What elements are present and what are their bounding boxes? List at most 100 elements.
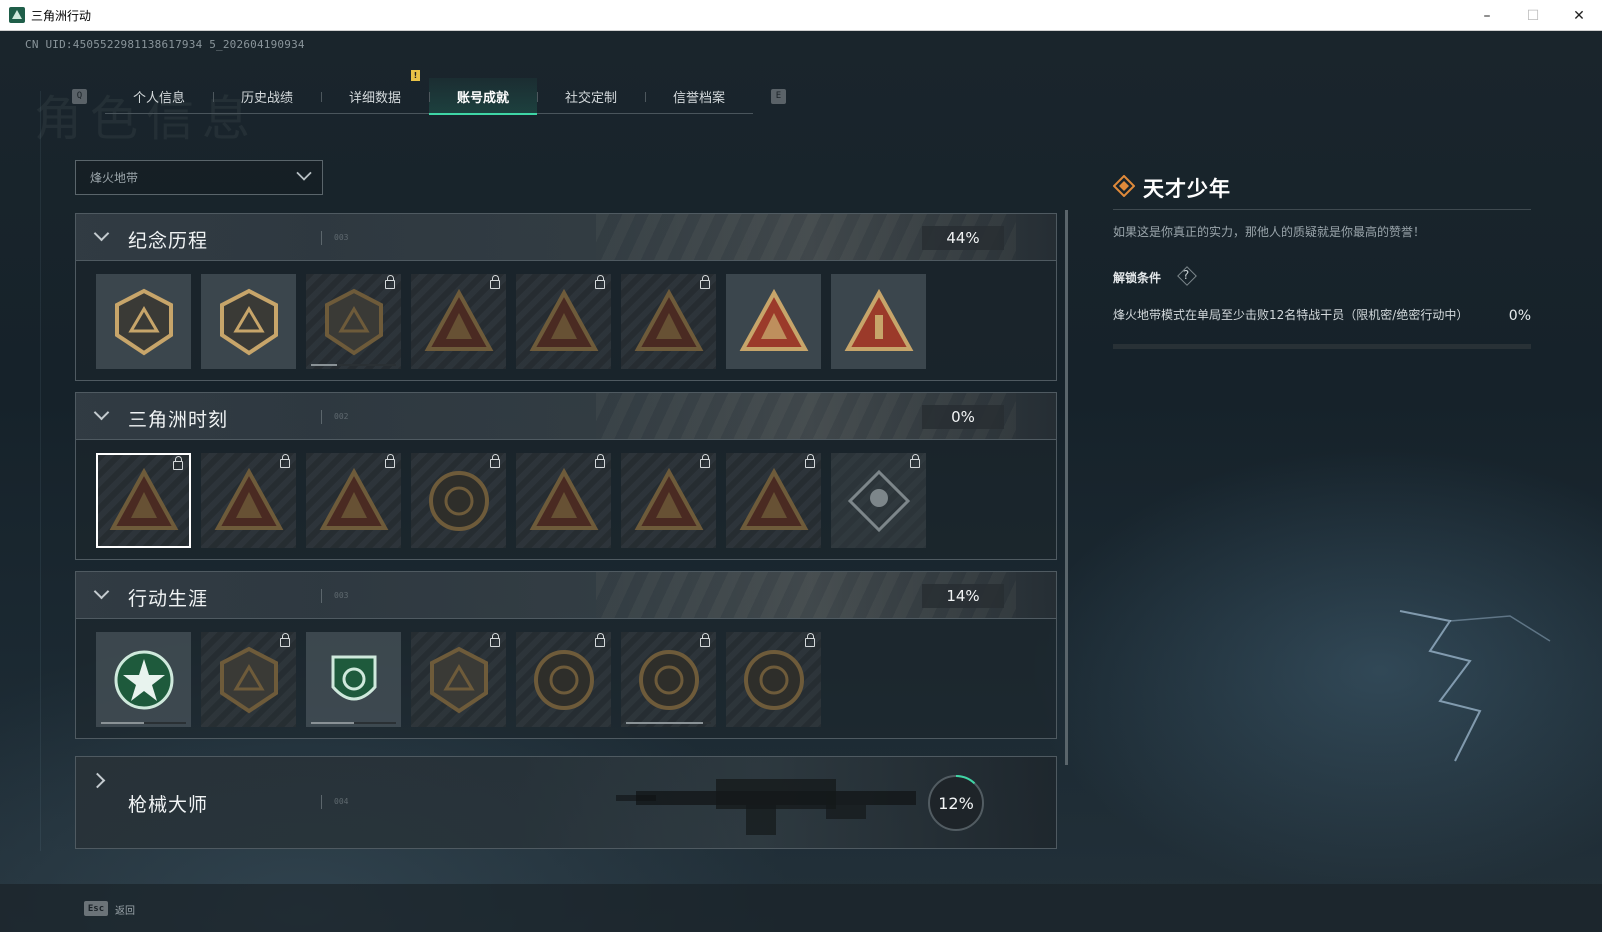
back-label[interactable]: 返回 xyxy=(115,902,135,917)
lock-icon xyxy=(805,454,815,468)
lock-icon xyxy=(700,454,710,468)
achievement-badge[interactable] xyxy=(831,274,926,369)
horned-beast-icon xyxy=(634,467,703,530)
tab-0[interactable]: 个人信息 xyxy=(105,78,213,114)
number-one-triangle-icon xyxy=(844,288,913,351)
achievement-badge[interactable] xyxy=(306,274,401,369)
operator-arms-icon xyxy=(424,288,493,351)
lock-icon xyxy=(280,633,290,647)
grid-line xyxy=(40,91,41,851)
app-logo-icon xyxy=(9,7,25,23)
lock-icon xyxy=(910,454,920,468)
achievement-badge[interactable] xyxy=(96,453,191,548)
group-separator xyxy=(321,231,322,245)
diamond-emblem-icon xyxy=(1113,175,1135,197)
chevron-right-icon xyxy=(89,772,106,789)
achievement-badge[interactable] xyxy=(516,632,611,727)
lock-icon xyxy=(280,454,290,468)
esc-key-hint[interactable]: Esc xyxy=(84,901,108,916)
lock-icon xyxy=(595,275,605,289)
help-icon[interactable]: ? xyxy=(1177,266,1195,284)
close-button[interactable]: ✕ xyxy=(1556,0,1602,31)
group-header[interactable]: 纪念历程 003 44% xyxy=(76,214,1056,261)
key-hint-q[interactable]: Q xyxy=(72,88,87,104)
uid-text: CN UID:4505522981138617934 5_20260419093… xyxy=(25,38,305,51)
group-code: 004 xyxy=(334,797,349,806)
group-separator xyxy=(321,795,322,809)
window-title: 三角洲行动 xyxy=(31,8,92,23)
chevron-down-icon xyxy=(93,404,110,421)
d20-shield-icon xyxy=(429,646,488,713)
group-weapon-master[interactable]: 枪械大师 004 12% xyxy=(75,756,1057,849)
group-percent: 14% xyxy=(922,584,1004,608)
lock-icon xyxy=(385,275,395,289)
badge-row xyxy=(76,619,1056,738)
minimize-button[interactable]: – xyxy=(1464,0,1510,31)
achievement-badge[interactable] xyxy=(516,274,611,369)
tab-2[interactable]: 详细数据 xyxy=(321,78,429,114)
achievement-badge[interactable] xyxy=(621,274,716,369)
tab-1[interactable]: 历史战绩 xyxy=(213,78,321,114)
lock-icon xyxy=(490,633,500,647)
achievement-badge[interactable] xyxy=(621,453,716,548)
unlock-condition-percent: 0% xyxy=(1508,308,1531,324)
achievement-badge[interactable] xyxy=(96,274,191,369)
skull-crosshair-icon xyxy=(638,649,699,710)
achievement-badge[interactable] xyxy=(516,453,611,548)
group-code: 002 xyxy=(334,412,349,421)
group-code: 003 xyxy=(334,591,349,600)
list-scrollbar[interactable] xyxy=(1065,210,1068,765)
key-hint-e[interactable]: E xyxy=(771,88,786,104)
game-window: 三角洲行动 – ☐ ✕ 角色信息 CN UID:4505522981138617… xyxy=(0,0,1602,932)
lock-icon xyxy=(490,275,500,289)
achievement-badge[interactable] xyxy=(96,632,191,727)
achievement-badge[interactable] xyxy=(411,274,506,369)
achievement-badge[interactable] xyxy=(201,453,296,548)
group-separator xyxy=(321,589,322,603)
achievement-badge[interactable] xyxy=(726,632,821,727)
window-controls: – ☐ ✕ xyxy=(1464,0,1602,31)
maximize-button[interactable]: ☐ xyxy=(1510,0,1556,31)
tabs-list: 个人信息 历史战绩 详细数据 账号成就 社交定制 信誉档案 xyxy=(105,78,753,115)
achievement-badge[interactable] xyxy=(201,274,296,369)
chevron-down-icon xyxy=(296,165,312,181)
achievement-badge[interactable] xyxy=(726,453,821,548)
group-delta-moments: 三角洲时刻 002 0% xyxy=(75,392,1057,560)
achievement-badge[interactable] xyxy=(831,453,926,548)
star-wreath-icon xyxy=(114,650,173,709)
tab-5[interactable]: 信誉档案 xyxy=(645,78,753,114)
achievement-badge[interactable] xyxy=(411,632,506,727)
badge-progress-fill xyxy=(626,722,703,724)
detail-title: 天才少年 xyxy=(1143,177,1231,201)
group-header[interactable]: 三角洲时刻 002 0% xyxy=(76,393,1056,440)
group-memorial: 纪念历程 003 44% xyxy=(75,213,1057,381)
group-header[interactable]: 行动生涯 003 14% xyxy=(76,572,1056,619)
achievement-badge[interactable] xyxy=(621,632,716,727)
group-title: 行动生涯 xyxy=(128,588,209,610)
tab-3[interactable]: 账号成就 xyxy=(429,78,537,115)
achievement-badge[interactable] xyxy=(306,453,401,548)
lock-icon xyxy=(595,454,605,468)
badge-progress-fill xyxy=(311,722,354,724)
mode-dropdown-value: 烽火地带 xyxy=(90,171,139,185)
tab-4[interactable]: 社交定制 xyxy=(537,78,645,114)
badge-progress-fill xyxy=(101,722,144,724)
lock-icon xyxy=(173,456,183,470)
group-percent: 12% xyxy=(938,793,974,813)
green-shield-icon xyxy=(331,655,376,700)
shield-crest-icon xyxy=(324,288,383,355)
soldier-badge-icon xyxy=(214,467,283,530)
achievement-badge[interactable] xyxy=(411,453,506,548)
achievement-badge[interactable] xyxy=(726,274,821,369)
achievement-badge[interactable] xyxy=(306,632,401,727)
lightning-decoration xyxy=(1399,610,1551,762)
detail-description: 如果这是你真正的实力，那他人的质疑就是你最高的赞誉！ xyxy=(1113,225,1426,239)
achievement-badge[interactable] xyxy=(201,632,296,727)
lock-icon xyxy=(700,633,710,647)
mode-dropdown[interactable]: 烽火地带 xyxy=(75,160,323,195)
lock-icon xyxy=(385,454,395,468)
unlock-condition-label: 解锁条件 xyxy=(1113,271,1162,285)
help-glyph: ? xyxy=(1182,268,1190,282)
group-title: 三角洲时刻 xyxy=(128,409,229,431)
footer-bar xyxy=(0,884,1602,932)
